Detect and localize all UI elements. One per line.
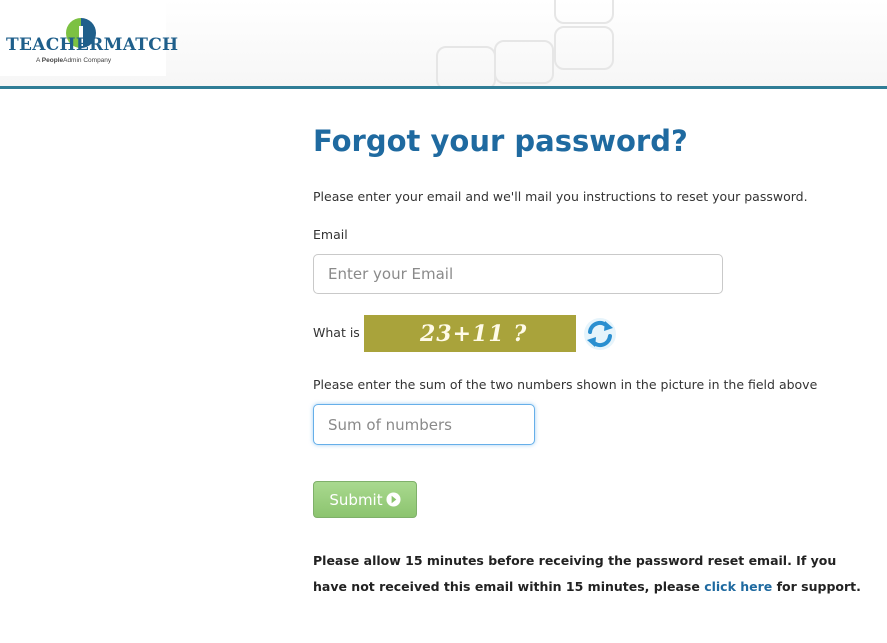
intro-text: Please enter your email and we'll mail y… [313, 189, 808, 204]
captcha-image: 23+11 ? [364, 315, 576, 352]
submit-button[interactable]: Submit [313, 481, 417, 518]
sum-field[interactable] [313, 404, 535, 445]
arrow-circle-right-icon [386, 492, 401, 507]
page-title: Forgot your password? [313, 124, 688, 158]
header-decoration [436, 0, 640, 86]
submit-label: Submit [329, 490, 383, 509]
logo[interactable]: TEACHERMATCH A PeopleAdmin Company [0, 0, 178, 76]
logo-text: TEACHERMATCH [6, 35, 179, 55]
sum-hint: Please enter the sum of the two numbers … [313, 377, 818, 392]
page-header: TEACHERMATCH A PeopleAdmin Company [0, 0, 887, 89]
captcha-text: 23+11 ? [420, 321, 528, 347]
support-link[interactable]: click here [704, 579, 772, 594]
support-notice: Please allow 15 minutes before receiving… [313, 553, 861, 594]
logo-tagline: A PeopleAdmin Company [36, 57, 112, 64]
refresh-icon[interactable] [582, 316, 618, 352]
captcha-label: What is [313, 325, 360, 340]
email-field[interactable] [313, 254, 723, 294]
email-label: Email [313, 227, 348, 242]
